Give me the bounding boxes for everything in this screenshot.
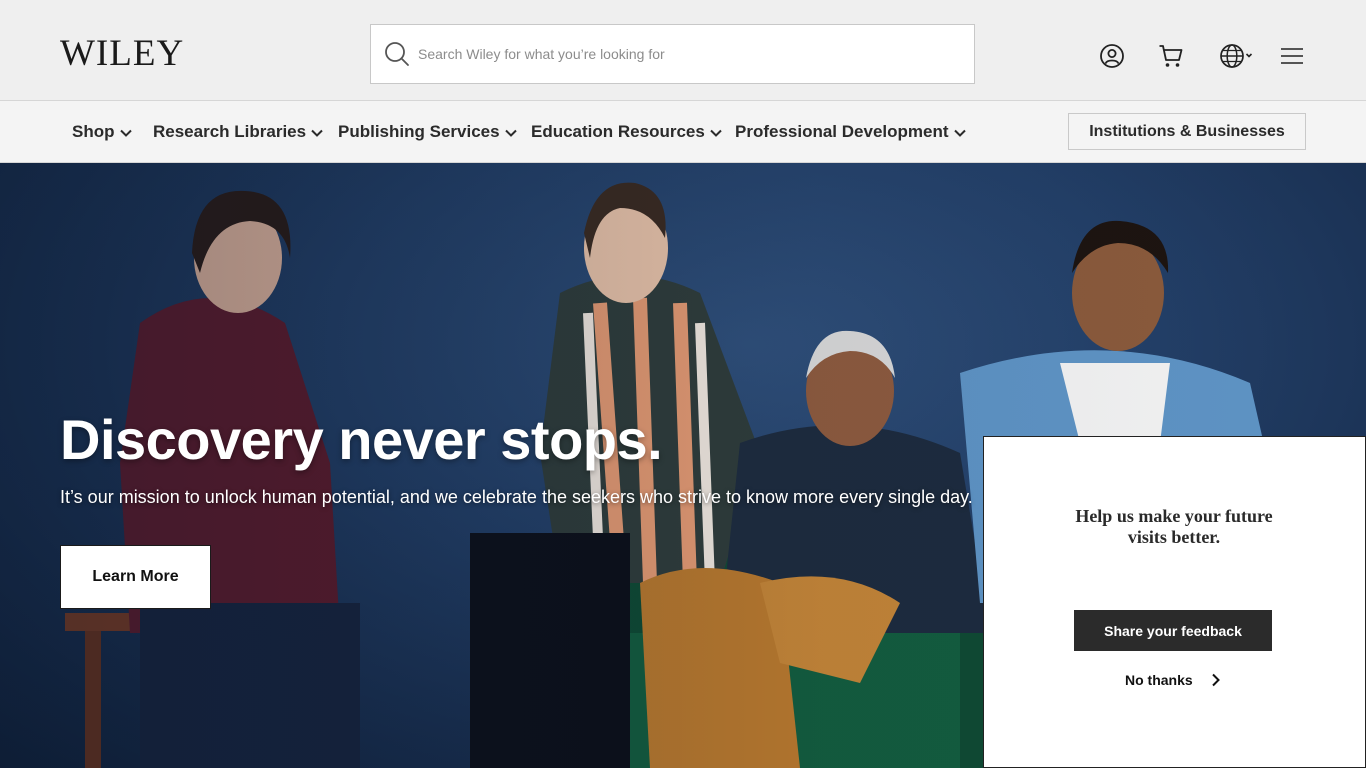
nav-item-label: Publishing Services xyxy=(338,122,500,141)
share-feedback-button[interactable]: Share your feedback xyxy=(1074,610,1272,651)
search-icon[interactable] xyxy=(384,41,410,67)
search-bar[interactable] xyxy=(370,24,975,84)
chevron-down-icon xyxy=(710,129,722,137)
chevron-down-icon xyxy=(1245,53,1253,58)
nav-item-professional-development[interactable]: Professional Development xyxy=(735,122,966,142)
globe-icon xyxy=(1220,44,1244,68)
feedback-popup: Help us make your future visits better. … xyxy=(983,436,1366,768)
language-selector[interactable] xyxy=(1219,43,1253,69)
chevron-down-icon xyxy=(311,129,323,137)
no-thanks-label: No thanks xyxy=(1125,672,1193,688)
menu-icon[interactable] xyxy=(1280,43,1304,69)
nav-item-shop[interactable]: Shop xyxy=(72,122,132,142)
nav-item-label: Shop xyxy=(72,122,115,141)
chevron-down-icon xyxy=(953,129,966,137)
nav-item-label: Research Libraries xyxy=(153,122,307,141)
nav-item-education-resources[interactable]: Education Resources xyxy=(531,122,722,142)
chevron-down-icon xyxy=(119,129,132,137)
no-thanks-link[interactable]: No thanks xyxy=(1125,672,1221,688)
institutions-businesses-button[interactable]: Institutions & Businesses xyxy=(1068,113,1306,150)
popup-title: Help us make your future visits better. xyxy=(1075,506,1273,547)
chevron-right-icon xyxy=(1211,673,1220,687)
hero-title: Discovery never stops. xyxy=(60,408,663,471)
chevron-down-icon xyxy=(504,129,517,137)
nav-item-research-libraries[interactable]: Research Libraries xyxy=(153,122,323,142)
main-nav: Shop Research Libraries Publishing Servi… xyxy=(0,101,1366,163)
site-header: WILEY xyxy=(0,0,1366,101)
cart-icon[interactable] xyxy=(1158,43,1184,69)
account-icon[interactable] xyxy=(1099,43,1125,69)
search-input[interactable] xyxy=(418,46,958,62)
nav-item-label: Education Resources xyxy=(531,122,705,141)
learn-more-button[interactable]: Learn More xyxy=(60,545,211,609)
nav-item-label: Professional Development xyxy=(735,122,949,141)
hero-subtitle: It’s our mission to unlock human potenti… xyxy=(60,487,973,507)
wiley-logo[interactable]: WILEY xyxy=(60,35,184,72)
nav-item-publishing-services[interactable]: Publishing Services xyxy=(338,122,517,142)
